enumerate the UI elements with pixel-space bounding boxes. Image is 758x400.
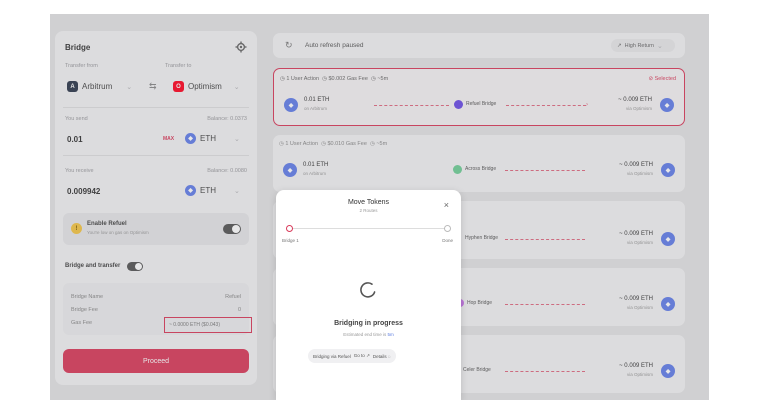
- status-title: Bridging in progress: [334, 320, 403, 327]
- modal-title: Move Tokens: [347, 199, 390, 206]
- close-icon[interactable]: ×: [444, 200, 449, 210]
- loading-spinner-icon: [359, 281, 377, 301]
- pill-via: Bridging via Refuel: [313, 353, 351, 359]
- status-subtitle: Estimated end time is 5m: [343, 332, 394, 337]
- loading-small-icon: ◌: [387, 353, 391, 359]
- step-bridge-dot: [286, 225, 293, 232]
- details-link[interactable]: Details ◌: [373, 354, 391, 359]
- go-to-link[interactable]: Go to ↗: [354, 353, 370, 359]
- modal-subtitle: 2 Routes: [359, 208, 378, 213]
- bridging-status-pill: Bridging via Refuel Go to ↗ Details ◌: [308, 349, 396, 363]
- move-tokens-modal: Move Tokens 2 Routes × Bridge 1 Done Bri…: [276, 190, 461, 400]
- step-done-dot: [444, 225, 451, 232]
- external-link-icon: ↗: [366, 353, 370, 358]
- progress-track: [289, 228, 449, 229]
- step-done-label: Done: [442, 238, 453, 243]
- step-bridge-label: Bridge 1: [282, 238, 299, 243]
